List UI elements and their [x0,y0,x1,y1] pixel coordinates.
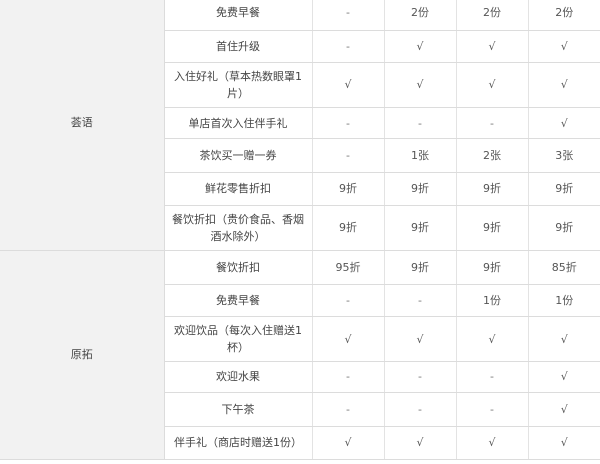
tier-value-cell: 1张 [384,138,457,174]
tier-value-cell: - [312,284,385,318]
tier-value-cell: √ [384,316,457,363]
benefit-name-cell: 餐饮折扣（贵价食品、香烟酒水除外） [164,205,313,251]
tier-value-cell: - [384,361,457,393]
benefit-name-cell: 餐饮折扣 [164,250,313,285]
tier-value-cell: - [384,392,457,427]
tier-value-cell: - [312,0,385,31]
brand-name-cell: 原拓 [0,250,165,461]
brand-name-cell: 荟语 [0,0,165,251]
tier-value-cell: √ [528,107,600,140]
member-benefits-table: 荟语 免费早餐 -2份 2份 2份 首住升级 - √ √ √ 入住好礼（草本热数眼罩1片） √ √ √ √ 单… [0,0,600,461]
tier-value-cell: √ [528,62,600,109]
tier-value-cell: - [456,392,529,427]
benefit-name-cell: 免费早餐 [164,284,313,318]
benefit-name-cell: 欢迎水果 [164,361,313,393]
tier-value-cell: - [456,361,529,393]
tier-value-cell: 85折 [528,250,600,285]
tier-value-cell: 2份 [528,0,600,31]
tier-value-cell: √ [312,62,385,109]
tier-value-cell: √ [528,426,600,461]
tier-value-cell: √ [528,361,600,393]
tier-value-cell: √ [456,426,529,461]
tier-value-cell: - [312,30,385,63]
tier-value-cell: - [312,392,385,427]
tier-value-cell: 9折 [312,205,385,251]
benefit-name-cell: 免费早餐 [164,0,313,31]
benefit-name-cell: 欢迎饮品（每次入住赠送1杯） [164,316,313,363]
tier-value-cell: - [456,107,529,140]
tier-value-cell: 3张 [528,138,600,174]
benefit-name-cell: 下午茶 [164,392,313,427]
benefit-name-cell: 入住好礼（草本热数眼罩1片） [164,62,313,109]
benefit-name-cell: 伴手礼（商店时赠送1份） [164,426,313,461]
benefit-name-cell: 茶饮买一赠一券 [164,138,313,174]
tier-value-cell: √ [456,30,529,63]
tier-value-cell: 9折 [384,205,457,251]
tier-value-cell: √ [528,316,600,363]
tier-value-cell: √ [456,62,529,109]
tier-value-cell: √ [384,62,457,109]
tier-value-cell: √ [384,426,457,461]
benefits-table-body: 荟语 免费早餐 -2份 2份 2份 首住升级 - √ √ √ 入住好礼（草本热数眼罩1片） √ √ √ √ 单… [0,0,600,461]
tier-value-cell: - [384,107,457,140]
tier-value-cell: 2份 [456,0,529,31]
tier-value-cell: 9折 [384,250,457,285]
tier-value-cell: 9折 [528,172,600,206]
tier-value-cell: 95折 [312,250,385,285]
tier-value-cell: √ [384,30,457,63]
tier-value-cell: √ [312,316,385,363]
tier-value-cell: 9折 [456,250,529,285]
benefit-name-cell: 单店首次入住伴手礼 [164,107,313,140]
tier-value-cell: √ [528,392,600,427]
tier-value-cell: 2份 [384,0,457,31]
table-row: 荟语 免费早餐 -2份 2份 2份 [0,0,600,251]
tier-value-cell: 9折 [384,172,457,206]
tier-value-cell: - [312,138,385,174]
tier-value-cell: 1份 [456,284,529,318]
tier-value-cell: 9折 [528,205,600,251]
tier-value-cell: - [312,107,385,140]
tier-value-cell: √ [312,426,385,461]
tier-value-cell: 9折 [456,205,529,251]
tier-value-cell: 1份 [528,284,600,318]
tier-value-cell: 2张 [456,138,529,174]
tier-value-cell: - [312,361,385,393]
tier-value-cell: 9折 [312,172,385,206]
tier-value-cell: - [384,284,457,318]
tier-value-cell: √ [456,316,529,363]
tier-value-cell: 9折 [456,172,529,206]
benefit-name-cell: 鲜花零售折扣 [164,172,313,206]
table-row: 原拓 餐饮折扣 95折 9折 9折 85折 [0,250,600,461]
benefit-name-cell: 首住升级 [164,30,313,63]
tier-value-cell: √ [528,30,600,63]
